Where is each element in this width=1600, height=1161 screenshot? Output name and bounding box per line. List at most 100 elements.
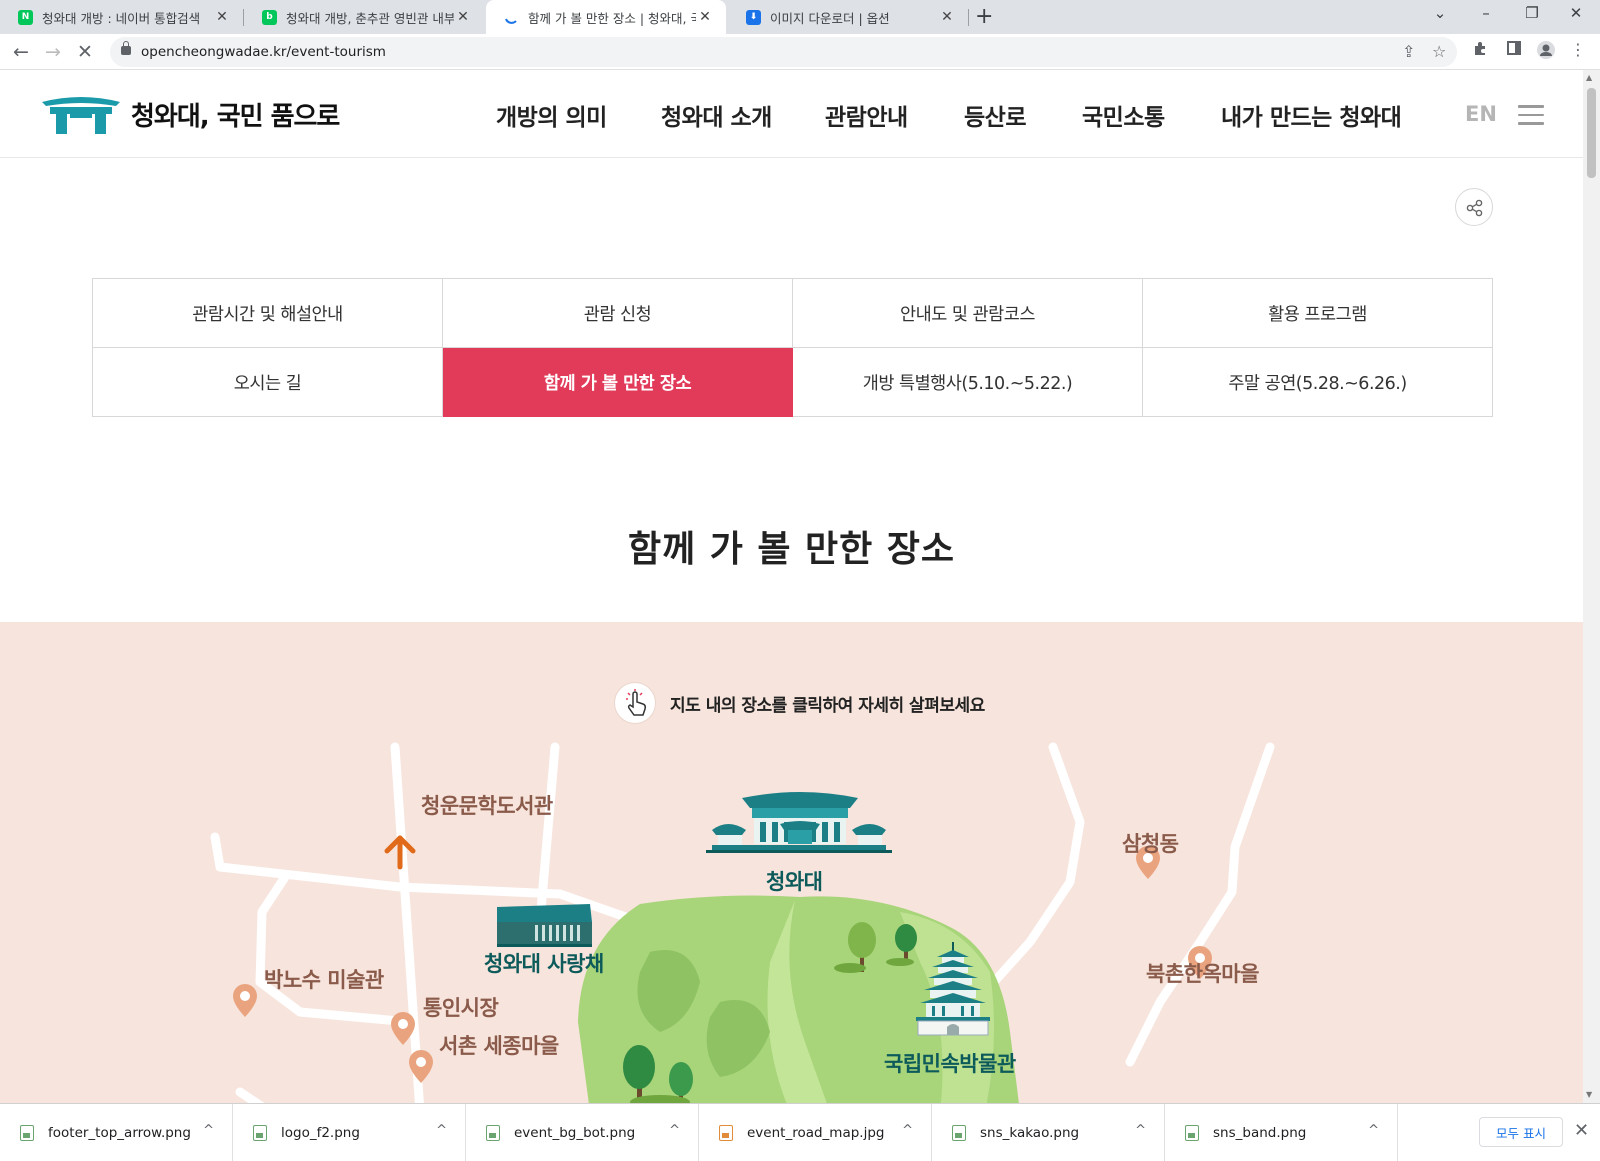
jpg-file-icon <box>719 1124 733 1141</box>
map-hint-text: 지도 내의 장소를 클릭하여 자세히 살펴보세요 <box>670 695 985 716</box>
map-hint: 지도 내의 장소를 클릭하여 자세히 살펴보세요 <box>614 682 985 724</box>
browser-tab-blog[interactable]: b 청와대 개방, 춘추관 영빈관 내부 ✕ <box>244 0 484 34</box>
restore-icon[interactable]: ❐ <box>1518 4 1546 22</box>
tab-title: 청와대 개방, 춘추관 영빈관 내부 <box>286 10 454 26</box>
browser-toolbar: ← → ✕ opencheongwadae.kr/event-tourism ⇪… <box>0 34 1600 70</box>
subnav-visit-hours[interactable]: 관람시간 및 해설안내 <box>93 279 443 348</box>
download-filename: sns_kakao.png <box>980 1124 1080 1141</box>
close-tab-icon[interactable]: ✕ <box>454 9 472 25</box>
site-header: 청와대, 국민 품으로 개방의 의미 청와대 소개 관람안내 등산로 국민소통 … <box>0 70 1583 158</box>
page-title: 함께 가 볼 만한 장소 <box>627 528 956 570</box>
cheongwadae-logo-icon[interactable] <box>40 94 122 136</box>
chevron-up-icon[interactable]: ^ <box>1368 1123 1379 1138</box>
site-logo-text[interactable]: 청와대, 국민 품으로 <box>131 96 340 133</box>
chevron-up-icon[interactable]: ^ <box>669 1123 680 1138</box>
nav-item-visit-guide[interactable]: 관람안내 <box>825 98 908 132</box>
chevron-up-icon[interactable]: ^ <box>203 1123 214 1138</box>
loading-spinner-icon <box>504 10 519 25</box>
browser-tab-naver-search[interactable]: N 청와대 개방 : 네이버 통합검색 ✕ <box>0 0 243 34</box>
download-item[interactable]: event_road_map.jpg ^ <box>699 1104 932 1161</box>
browser-tab-active[interactable]: 함께 가 볼 만한 장소 | 청와대, 국 ✕ <box>486 0 726 34</box>
share-button[interactable] <box>1455 188 1493 226</box>
download-filename: event_road_map.jpg <box>747 1124 885 1141</box>
place-seochon-village[interactable]: 서촌 세종마을 <box>439 1030 559 1060</box>
download-filename: event_bg_bot.png <box>514 1124 636 1141</box>
nav-item-communication[interactable]: 국민소통 <box>1082 98 1165 132</box>
cheongwadae-building-icon <box>706 792 892 853</box>
subnav-map-course[interactable]: 안내도 및 관람코스 <box>793 279 1143 348</box>
url-text: opencheongwadae.kr/event-tourism <box>141 44 386 60</box>
download-filename: logo_f2.png <box>281 1124 360 1141</box>
page-scrollbar[interactable]: ▲ ▼ <box>1583 70 1600 1103</box>
tab-title: 함께 가 볼 만한 장소 | 청와대, 국 <box>528 10 696 26</box>
hamburger-menu-icon[interactable] <box>1518 105 1544 125</box>
sub-navigation: 관람시간 및 해설안내 관람 신청 안내도 및 관람코스 활용 프로그램 오시는… <box>92 278 1493 417</box>
tourism-map: 지도 내의 장소를 클릭하여 자세히 살펴보세요 청운문학도서관 청와대 삼청동… <box>0 622 1583 1103</box>
extensions-icon[interactable] <box>1468 40 1492 60</box>
download-item[interactable]: logo_f2.png ^ <box>233 1104 466 1161</box>
new-tab-icon[interactable]: + <box>975 4 993 29</box>
show-all-downloads-button[interactable]: 모두 표시 <box>1479 1117 1563 1147</box>
side-panel-icon[interactable] <box>1502 40 1526 60</box>
nav-item-opening-meaning[interactable]: 개방의 의미 <box>496 98 607 132</box>
close-tab-icon[interactable]: ✕ <box>696 9 714 25</box>
forward-icon[interactable]: → <box>40 39 66 65</box>
profile-avatar-icon[interactable] <box>1534 40 1558 64</box>
direction-arrow-icon <box>384 835 416 870</box>
downloads-shelf: footer_top_arrow.png ^ logo_f2.png ^ eve… <box>0 1103 1600 1161</box>
browser-menu-icon[interactable]: ⋮ <box>1566 40 1590 59</box>
download-item[interactable]: sns_kakao.png ^ <box>932 1104 1165 1161</box>
place-tongin-market[interactable]: 통인시장 <box>423 992 499 1022</box>
download-filename: footer_top_arrow.png <box>48 1124 191 1141</box>
download-item[interactable]: event_bg_bot.png ^ <box>466 1104 699 1161</box>
lock-icon <box>121 41 131 55</box>
subnav-programs[interactable]: 활용 프로그램 <box>1143 279 1493 348</box>
browser-tab-image-downloader[interactable]: ⬇ 이미지 다운로더 | 옵션 ✕ <box>728 0 968 34</box>
address-bar[interactable]: opencheongwadae.kr/event-tourism ⇪ ☆ <box>110 37 1457 67</box>
place-bukchon[interactable]: 북촌한옥마을 <box>1146 958 1259 988</box>
close-tab-icon[interactable]: ✕ <box>938 9 956 25</box>
page-viewport: 청와대, 국민 품으로 개방의 의미 청와대 소개 관람안내 등산로 국민소통 … <box>0 70 1583 1103</box>
chevron-up-icon[interactable]: ^ <box>902 1123 913 1138</box>
download-filename: sns_band.png <box>1213 1124 1307 1141</box>
subnav-apply[interactable]: 관람 신청 <box>443 279 793 348</box>
download-item[interactable]: footer_top_arrow.png ^ <box>0 1104 233 1161</box>
parknosu-pin-icon <box>233 984 257 1017</box>
download-icon: ⬇ <box>746 9 761 25</box>
sarangchae-building-icon <box>497 904 592 947</box>
bookmark-star-icon[interactable]: ☆ <box>1432 42 1446 61</box>
stop-loading-icon[interactable]: ✕ <box>72 39 98 65</box>
close-window-icon[interactable]: ✕ <box>1562 4 1590 22</box>
subnav-weekend-performances[interactable]: 주말 공연(5.28.~6.26.) <box>1143 348 1493 417</box>
place-folk-museum[interactable]: 국립민속박물관 <box>884 1048 1016 1078</box>
place-cheongwadae[interactable]: 청와대 <box>766 866 823 896</box>
close-downloads-icon[interactable]: ✕ <box>1574 1120 1589 1141</box>
seochon-pin-icon <box>409 1050 433 1083</box>
share-page-icon[interactable]: ⇪ <box>1402 42 1415 61</box>
nav-item-about[interactable]: 청와대 소개 <box>661 98 772 132</box>
click-hand-icon <box>614 682 656 724</box>
language-toggle[interactable]: EN <box>1465 102 1497 126</box>
browser-tab-strip: N 청와대 개방 : 네이버 통합검색 ✕ b 청와대 개방, 춘추관 영빈관 … <box>0 0 1600 34</box>
tab-title: 이미지 다운로더 | 옵션 <box>770 10 890 26</box>
chevron-up-icon[interactable]: ^ <box>1135 1123 1146 1138</box>
close-tab-icon[interactable]: ✕ <box>213 9 231 25</box>
subnav-places-to-visit[interactable]: 함께 가 볼 만한 장소 <box>443 348 793 417</box>
blog-icon: b <box>262 9 277 25</box>
png-file-icon <box>486 1124 500 1141</box>
subnav-special-events[interactable]: 개방 특별행사(5.10.~5.22.) <box>793 348 1143 417</box>
place-parknosu-museum[interactable]: 박노수 미술관 <box>264 964 384 994</box>
nav-item-hiking-trail[interactable]: 등산로 <box>964 98 1026 132</box>
tab-search-icon[interactable]: ⌄ <box>1426 4 1454 22</box>
nav-item-my-cheongwadae[interactable]: 내가 만드는 청와대 <box>1221 98 1402 132</box>
chevron-up-icon[interactable]: ^ <box>436 1123 447 1138</box>
place-library[interactable]: 청운문학도서관 <box>421 790 553 820</box>
minimize-icon[interactable]: – <box>1472 4 1500 22</box>
download-item[interactable]: sns_band.png ^ <box>1165 1104 1398 1161</box>
scrollbar-thumb[interactable] <box>1587 88 1596 178</box>
subnav-directions[interactable]: 오시는 길 <box>93 348 443 417</box>
place-samcheong[interactable]: 삼청동 <box>1122 828 1179 858</box>
share-icon <box>1466 199 1483 217</box>
back-icon[interactable]: ← <box>8 39 34 65</box>
place-sarangchae[interactable]: 청와대 사랑채 <box>484 948 604 978</box>
